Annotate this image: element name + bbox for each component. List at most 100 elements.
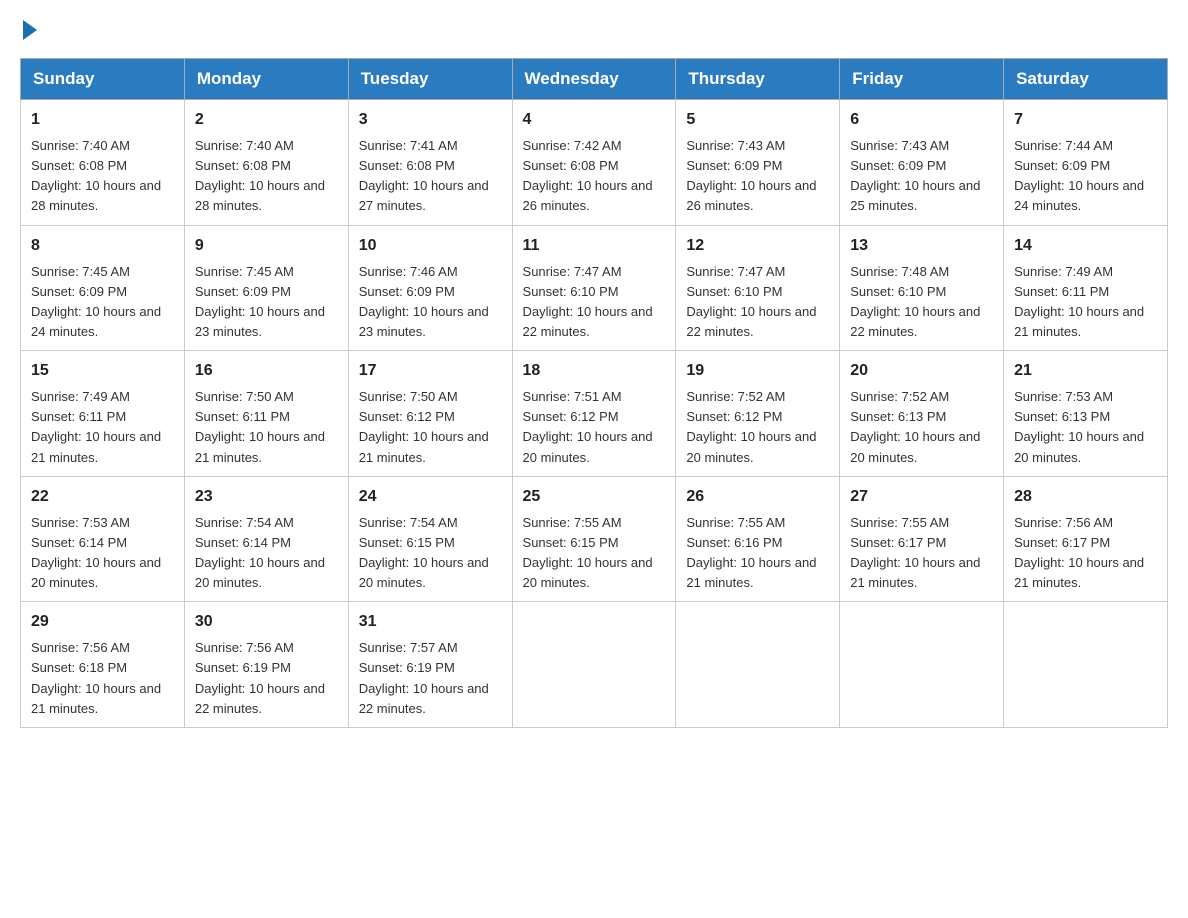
day-number: 25 xyxy=(523,485,666,509)
day-number: 2 xyxy=(195,108,338,132)
day-number: 23 xyxy=(195,485,338,509)
calendar-cell: 8 Sunrise: 7:45 AMSunset: 6:09 PMDaylight… xyxy=(21,225,185,351)
calendar-cell: 1 Sunrise: 7:40 AMSunset: 6:08 PMDaylight… xyxy=(21,100,185,226)
day-number: 31 xyxy=(359,610,502,634)
calendar-cell: 11 Sunrise: 7:47 AMSunset: 6:10 PMDayligh… xyxy=(512,225,676,351)
logo-triangle-icon xyxy=(23,20,37,40)
day-number: 17 xyxy=(359,359,502,383)
day-info: Sunrise: 7:45 AMSunset: 6:09 PMDaylight:… xyxy=(31,264,161,339)
day-info: Sunrise: 7:57 AMSunset: 6:19 PMDaylight:… xyxy=(359,640,489,715)
day-info: Sunrise: 7:52 AMSunset: 6:12 PMDaylight:… xyxy=(686,389,816,464)
calendar-cell: 26Sunrise: 7:55 AMSunset: 6:16 PMDayligh… xyxy=(676,476,840,602)
day-info: Sunrise: 7:50 AMSunset: 6:11 PMDaylight:… xyxy=(195,389,325,464)
day-number: 20 xyxy=(850,359,993,383)
day-info: Sunrise: 7:54 AMSunset: 6:14 PMDaylight:… xyxy=(195,515,325,590)
calendar-cell: 17Sunrise: 7:50 AMSunset: 6:12 PMDayligh… xyxy=(348,351,512,477)
day-number: 6 xyxy=(850,108,993,132)
day-number: 16 xyxy=(195,359,338,383)
day-number: 24 xyxy=(359,485,502,509)
day-info: Sunrise: 7:43 AMSunset: 6:09 PMDaylight:… xyxy=(850,138,980,213)
day-info: Sunrise: 7:55 AMSunset: 6:15 PMDaylight:… xyxy=(523,515,653,590)
day-info: Sunrise: 7:53 AMSunset: 6:14 PMDaylight:… xyxy=(31,515,161,590)
day-number: 8 xyxy=(31,234,174,258)
calendar-cell: 31 Sunrise: 7:57 AMSunset: 6:19 PMDayligh… xyxy=(348,602,512,728)
calendar-cell: 2 Sunrise: 7:40 AMSunset: 6:08 PMDaylight… xyxy=(184,100,348,226)
calendar-cell: 12 Sunrise: 7:47 AMSunset: 6:10 PMDayligh… xyxy=(676,225,840,351)
calendar-cell: 7 Sunrise: 7:44 AMSunset: 6:09 PMDaylight… xyxy=(1004,100,1168,226)
calendar-cell: 18Sunrise: 7:51 AMSunset: 6:12 PMDayligh… xyxy=(512,351,676,477)
day-number: 26 xyxy=(686,485,829,509)
calendar-cell: 13Sunrise: 7:48 AMSunset: 6:10 PMDayligh… xyxy=(840,225,1004,351)
day-info: Sunrise: 7:52 AMSunset: 6:13 PMDaylight:… xyxy=(850,389,980,464)
calendar-cell xyxy=(840,602,1004,728)
day-info: Sunrise: 7:53 AMSunset: 6:13 PMDaylight:… xyxy=(1014,389,1144,464)
day-number: 5 xyxy=(686,108,829,132)
day-number: 4 xyxy=(523,108,666,132)
calendar-cell: 20 Sunrise: 7:52 AMSunset: 6:13 PMDayligh… xyxy=(840,351,1004,477)
day-info: Sunrise: 7:43 AMSunset: 6:09 PMDaylight:… xyxy=(686,138,816,213)
calendar-cell: 6 Sunrise: 7:43 AMSunset: 6:09 PMDaylight… xyxy=(840,100,1004,226)
day-info: Sunrise: 7:46 AMSunset: 6:09 PMDaylight:… xyxy=(359,264,489,339)
day-header-thursday: Thursday xyxy=(676,59,840,100)
day-info: Sunrise: 7:40 AMSunset: 6:08 PMDaylight:… xyxy=(31,138,161,213)
day-number: 12 xyxy=(686,234,829,258)
day-info: Sunrise: 7:40 AMSunset: 6:08 PMDaylight:… xyxy=(195,138,325,213)
day-header-friday: Friday xyxy=(840,59,1004,100)
calendar-cell xyxy=(1004,602,1168,728)
day-header-saturday: Saturday xyxy=(1004,59,1168,100)
calendar-cell: 3 Sunrise: 7:41 AMSunset: 6:08 PMDaylight… xyxy=(348,100,512,226)
calendar-header-row: SundayMondayTuesdayWednesdayThursdayFrid… xyxy=(21,59,1168,100)
day-info: Sunrise: 7:41 AMSunset: 6:08 PMDaylight:… xyxy=(359,138,489,213)
day-info: Sunrise: 7:44 AMSunset: 6:09 PMDaylight:… xyxy=(1014,138,1144,213)
day-number: 29 xyxy=(31,610,174,634)
day-info: Sunrise: 7:48 AMSunset: 6:10 PMDaylight:… xyxy=(850,264,980,339)
day-info: Sunrise: 7:47 AMSunset: 6:10 PMDaylight:… xyxy=(523,264,653,339)
calendar-cell: 10 Sunrise: 7:46 AMSunset: 6:09 PMDayligh… xyxy=(348,225,512,351)
calendar-week-row: 15 Sunrise: 7:49 AMSunset: 6:11 PMDayligh… xyxy=(21,351,1168,477)
calendar-cell xyxy=(676,602,840,728)
day-number: 9 xyxy=(195,234,338,258)
day-info: Sunrise: 7:56 AMSunset: 6:17 PMDaylight:… xyxy=(1014,515,1144,590)
day-info: Sunrise: 7:51 AMSunset: 6:12 PMDaylight:… xyxy=(523,389,653,464)
page-header xyxy=(20,20,1168,38)
day-info: Sunrise: 7:49 AMSunset: 6:11 PMDaylight:… xyxy=(31,389,161,464)
day-number: 15 xyxy=(31,359,174,383)
calendar-cell: 9 Sunrise: 7:45 AMSunset: 6:09 PMDaylight… xyxy=(184,225,348,351)
day-info: Sunrise: 7:47 AMSunset: 6:10 PMDaylight:… xyxy=(686,264,816,339)
calendar-cell: 16 Sunrise: 7:50 AMSunset: 6:11 PMDayligh… xyxy=(184,351,348,477)
day-header-monday: Monday xyxy=(184,59,348,100)
day-number: 7 xyxy=(1014,108,1157,132)
day-number: 10 xyxy=(359,234,502,258)
day-info: Sunrise: 7:56 AMSunset: 6:19 PMDaylight:… xyxy=(195,640,325,715)
calendar-cell: 15 Sunrise: 7:49 AMSunset: 6:11 PMDayligh… xyxy=(21,351,185,477)
calendar-cell: 29 Sunrise: 7:56 AMSunset: 6:18 PMDayligh… xyxy=(21,602,185,728)
calendar-week-row: 29 Sunrise: 7:56 AMSunset: 6:18 PMDayligh… xyxy=(21,602,1168,728)
calendar-cell: 14 Sunrise: 7:49 AMSunset: 6:11 PMDayligh… xyxy=(1004,225,1168,351)
day-number: 19 xyxy=(686,359,829,383)
day-info: Sunrise: 7:55 AMSunset: 6:17 PMDaylight:… xyxy=(850,515,980,590)
day-number: 3 xyxy=(359,108,502,132)
day-info: Sunrise: 7:49 AMSunset: 6:11 PMDaylight:… xyxy=(1014,264,1144,339)
day-number: 14 xyxy=(1014,234,1157,258)
calendar-week-row: 8 Sunrise: 7:45 AMSunset: 6:09 PMDaylight… xyxy=(21,225,1168,351)
day-header-wednesday: Wednesday xyxy=(512,59,676,100)
logo xyxy=(20,20,37,38)
day-number: 27 xyxy=(850,485,993,509)
day-number: 11 xyxy=(523,234,666,258)
day-header-tuesday: Tuesday xyxy=(348,59,512,100)
calendar-cell: 22Sunrise: 7:53 AMSunset: 6:14 PMDayligh… xyxy=(21,476,185,602)
calendar-week-row: 22Sunrise: 7:53 AMSunset: 6:14 PMDayligh… xyxy=(21,476,1168,602)
day-info: Sunrise: 7:42 AMSunset: 6:08 PMDaylight:… xyxy=(523,138,653,213)
calendar-cell: 23 Sunrise: 7:54 AMSunset: 6:14 PMDayligh… xyxy=(184,476,348,602)
day-number: 28 xyxy=(1014,485,1157,509)
day-info: Sunrise: 7:45 AMSunset: 6:09 PMDaylight:… xyxy=(195,264,325,339)
day-number: 30 xyxy=(195,610,338,634)
calendar-cell: 24 Sunrise: 7:54 AMSunset: 6:15 PMDayligh… xyxy=(348,476,512,602)
day-number: 1 xyxy=(31,108,174,132)
calendar-cell: 30 Sunrise: 7:56 AMSunset: 6:19 PMDayligh… xyxy=(184,602,348,728)
day-info: Sunrise: 7:54 AMSunset: 6:15 PMDaylight:… xyxy=(359,515,489,590)
calendar-cell: 25 Sunrise: 7:55 AMSunset: 6:15 PMDayligh… xyxy=(512,476,676,602)
calendar-table: SundayMondayTuesdayWednesdayThursdayFrid… xyxy=(20,58,1168,728)
calendar-cell: 5 Sunrise: 7:43 AMSunset: 6:09 PMDaylight… xyxy=(676,100,840,226)
day-info: Sunrise: 7:56 AMSunset: 6:18 PMDaylight:… xyxy=(31,640,161,715)
